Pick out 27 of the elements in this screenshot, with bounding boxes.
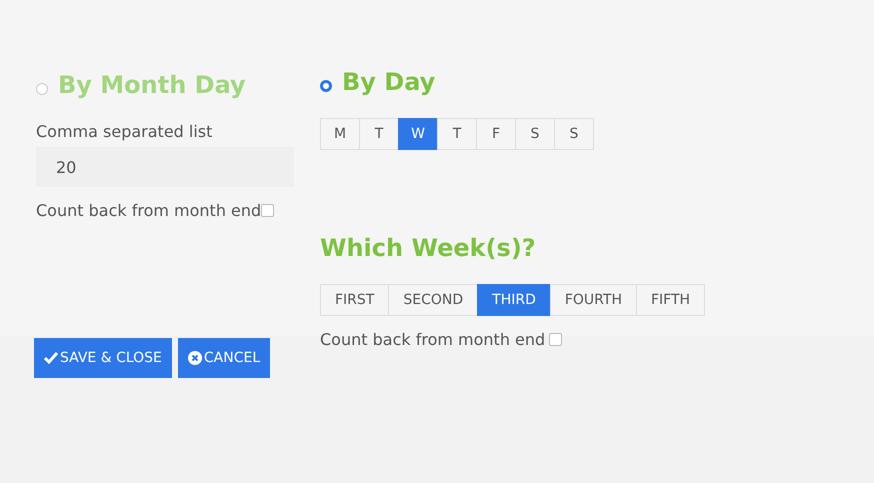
radio-button[interactable] <box>320 80 332 92</box>
week-toggle[interactable]: SECOND <box>388 284 478 316</box>
day-toggle[interactable]: T <box>359 118 399 150</box>
option-title: By Day <box>342 68 436 96</box>
week-toggle[interactable]: FIRST <box>320 284 390 316</box>
check-icon <box>44 352 58 364</box>
day-toggle[interactable]: S <box>515 118 555 150</box>
cancel-button[interactable]: CANCEL <box>178 338 270 378</box>
option-title: By Month Day <box>58 71 246 99</box>
radio-button[interactable] <box>36 83 48 95</box>
week-toggle[interactable]: THIRD <box>477 284 551 316</box>
checkbox-label: Count back from month end <box>320 330 546 349</box>
save-button[interactable]: SAVE & CLOSE <box>34 338 172 378</box>
checkbox[interactable] <box>549 333 562 346</box>
week-toggle[interactable]: FOURTH <box>550 284 637 316</box>
close-icon <box>188 351 202 365</box>
section-title: Which Week(s)? <box>320 234 537 262</box>
day-toggle[interactable]: M <box>320 118 360 150</box>
checkbox-label: Count back from month end <box>36 201 262 220</box>
day-toggle[interactable]: T <box>437 118 477 150</box>
day-toggle[interactable]: F <box>476 118 516 150</box>
day-toggle[interactable]: W <box>398 118 438 150</box>
input-field[interactable]: 20 <box>36 147 294 187</box>
day-toggle[interactable]: S <box>554 118 594 150</box>
field-label: Comma separated list <box>36 122 214 141</box>
week-toggle[interactable]: FIFTH <box>636 284 706 316</box>
checkbox[interactable] <box>261 204 274 217</box>
